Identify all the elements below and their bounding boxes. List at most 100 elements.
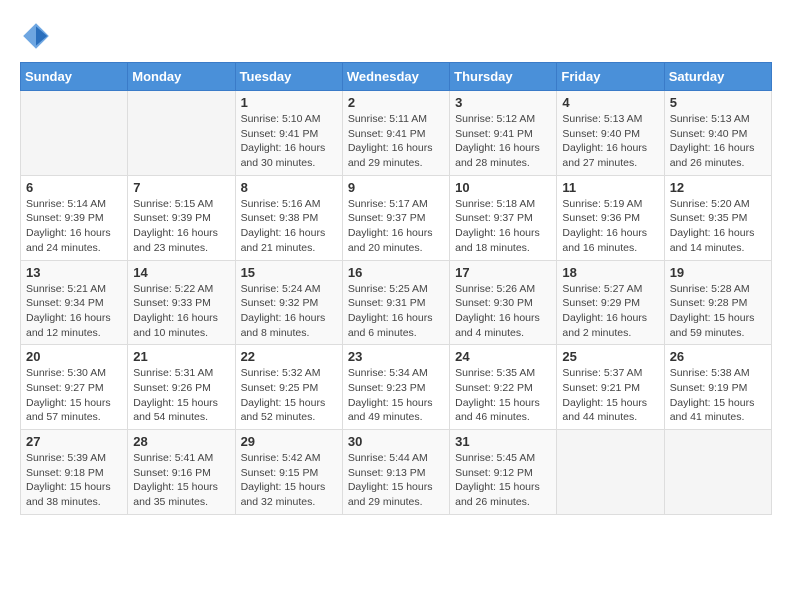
day-content: Sunrise: 5:41 AM Sunset: 9:16 PM Dayligh…	[133, 451, 229, 510]
day-number: 16	[348, 265, 444, 280]
calendar-cell: 31 Sunrise: 5:45 AM Sunset: 9:12 PM Dayli…	[450, 430, 557, 515]
weekday-header-monday: Monday	[128, 63, 235, 91]
calendar-week-1: 1 Sunrise: 5:10 AM Sunset: 9:41 PM Daylig…	[21, 91, 772, 176]
calendar-cell: 29 Sunrise: 5:42 AM Sunset: 9:15 PM Dayli…	[235, 430, 342, 515]
logo-icon	[20, 20, 52, 52]
day-number: 1	[241, 95, 337, 110]
day-number: 10	[455, 180, 551, 195]
day-content: Sunrise: 5:19 AM Sunset: 9:36 PM Dayligh…	[562, 197, 658, 256]
calendar-cell: 23 Sunrise: 5:34 AM Sunset: 9:23 PM Dayli…	[342, 345, 449, 430]
weekday-header-wednesday: Wednesday	[342, 63, 449, 91]
calendar-cell: 18 Sunrise: 5:27 AM Sunset: 9:29 PM Dayli…	[557, 260, 664, 345]
weekday-header-tuesday: Tuesday	[235, 63, 342, 91]
calendar-header: SundayMondayTuesdayWednesdayThursdayFrid…	[21, 63, 772, 91]
day-content: Sunrise: 5:37 AM Sunset: 9:21 PM Dayligh…	[562, 366, 658, 425]
day-number: 2	[348, 95, 444, 110]
calendar-cell: 6 Sunrise: 5:14 AM Sunset: 9:39 PM Daylig…	[21, 175, 128, 260]
day-content: Sunrise: 5:20 AM Sunset: 9:35 PM Dayligh…	[670, 197, 766, 256]
calendar-cell: 25 Sunrise: 5:37 AM Sunset: 9:21 PM Dayli…	[557, 345, 664, 430]
day-number: 11	[562, 180, 658, 195]
calendar-cell: 14 Sunrise: 5:22 AM Sunset: 9:33 PM Dayli…	[128, 260, 235, 345]
day-content: Sunrise: 5:38 AM Sunset: 9:19 PM Dayligh…	[670, 366, 766, 425]
weekday-header-friday: Friday	[557, 63, 664, 91]
day-content: Sunrise: 5:44 AM Sunset: 9:13 PM Dayligh…	[348, 451, 444, 510]
day-number: 23	[348, 349, 444, 364]
calendar-cell	[21, 91, 128, 176]
day-content: Sunrise: 5:28 AM Sunset: 9:28 PM Dayligh…	[670, 282, 766, 341]
calendar-cell: 11 Sunrise: 5:19 AM Sunset: 9:36 PM Dayli…	[557, 175, 664, 260]
calendar-cell: 13Sunrise: 5:21 AM Sunset: 9:34 PM Dayli…	[21, 260, 128, 345]
calendar-week-4: 20 Sunrise: 5:30 AM Sunset: 9:27 PM Dayli…	[21, 345, 772, 430]
weekday-header-saturday: Saturday	[664, 63, 771, 91]
calendar-cell: 22 Sunrise: 5:32 AM Sunset: 9:25 PM Dayli…	[235, 345, 342, 430]
day-number: 14	[133, 265, 229, 280]
day-content: Sunrise: 5:12 AM Sunset: 9:41 PM Dayligh…	[455, 112, 551, 171]
day-number: 12	[670, 180, 766, 195]
day-number: 21	[133, 349, 229, 364]
calendar-cell: 2 Sunrise: 5:11 AM Sunset: 9:41 PM Daylig…	[342, 91, 449, 176]
day-content: Sunrise: 5:14 AM Sunset: 9:39 PM Dayligh…	[26, 197, 122, 256]
day-content: Sunrise: 5:10 AM Sunset: 9:41 PM Dayligh…	[241, 112, 337, 171]
day-number: 25	[562, 349, 658, 364]
day-number: 8	[241, 180, 337, 195]
calendar-cell: 26 Sunrise: 5:38 AM Sunset: 9:19 PM Dayli…	[664, 345, 771, 430]
day-number: 6	[26, 180, 122, 195]
calendar-cell: 19Sunrise: 5:28 AM Sunset: 9:28 PM Dayli…	[664, 260, 771, 345]
day-number: 18	[562, 265, 658, 280]
weekday-header-thursday: Thursday	[450, 63, 557, 91]
day-number: 9	[348, 180, 444, 195]
calendar-cell: 15 Sunrise: 5:24 AM Sunset: 9:32 PM Dayli…	[235, 260, 342, 345]
calendar-cell: 27Sunrise: 5:39 AM Sunset: 9:18 PM Dayli…	[21, 430, 128, 515]
day-content: Sunrise: 5:24 AM Sunset: 9:32 PM Dayligh…	[241, 282, 337, 341]
day-number: 13	[26, 265, 122, 280]
page-header	[20, 20, 772, 52]
calendar-table: SundayMondayTuesdayWednesdayThursdayFrid…	[20, 62, 772, 515]
day-number: 27	[26, 434, 122, 449]
day-content: Sunrise: 5:18 AM Sunset: 9:37 PM Dayligh…	[455, 197, 551, 256]
day-content: Sunrise: 5:32 AM Sunset: 9:25 PM Dayligh…	[241, 366, 337, 425]
day-number: 26	[670, 349, 766, 364]
calendar-week-2: 6 Sunrise: 5:14 AM Sunset: 9:39 PM Daylig…	[21, 175, 772, 260]
day-content: Sunrise: 5:27 AM Sunset: 9:29 PM Dayligh…	[562, 282, 658, 341]
calendar-cell: 1 Sunrise: 5:10 AM Sunset: 9:41 PM Daylig…	[235, 91, 342, 176]
day-number: 5	[670, 95, 766, 110]
day-content: Sunrise: 5:25 AM Sunset: 9:31 PM Dayligh…	[348, 282, 444, 341]
day-content: Sunrise: 5:26 AM Sunset: 9:30 PM Dayligh…	[455, 282, 551, 341]
day-content: Sunrise: 5:16 AM Sunset: 9:38 PM Dayligh…	[241, 197, 337, 256]
calendar-cell: 16 Sunrise: 5:25 AM Sunset: 9:31 PM Dayli…	[342, 260, 449, 345]
day-number: 3	[455, 95, 551, 110]
calendar-week-5: 27Sunrise: 5:39 AM Sunset: 9:18 PM Dayli…	[21, 430, 772, 515]
day-number: 24	[455, 349, 551, 364]
day-content: Sunrise: 5:17 AM Sunset: 9:37 PM Dayligh…	[348, 197, 444, 256]
day-number: 20	[26, 349, 122, 364]
calendar-cell	[664, 430, 771, 515]
calendar-cell: 7 Sunrise: 5:15 AM Sunset: 9:39 PM Daylig…	[128, 175, 235, 260]
calendar-cell: 5 Sunrise: 5:13 AM Sunset: 9:40 PM Daylig…	[664, 91, 771, 176]
calendar-cell: 30Sunrise: 5:44 AM Sunset: 9:13 PM Dayli…	[342, 430, 449, 515]
day-number: 22	[241, 349, 337, 364]
calendar-cell: 28 Sunrise: 5:41 AM Sunset: 9:16 PM Dayli…	[128, 430, 235, 515]
day-content: Sunrise: 5:11 AM Sunset: 9:41 PM Dayligh…	[348, 112, 444, 171]
day-number: 7	[133, 180, 229, 195]
day-number: 31	[455, 434, 551, 449]
day-content: Sunrise: 5:45 AM Sunset: 9:12 PM Dayligh…	[455, 451, 551, 510]
calendar-body: 1 Sunrise: 5:10 AM Sunset: 9:41 PM Daylig…	[21, 91, 772, 515]
calendar-cell: 8 Sunrise: 5:16 AM Sunset: 9:38 PM Daylig…	[235, 175, 342, 260]
day-content: Sunrise: 5:30 AM Sunset: 9:27 PM Dayligh…	[26, 366, 122, 425]
day-content: Sunrise: 5:42 AM Sunset: 9:15 PM Dayligh…	[241, 451, 337, 510]
calendar-cell: 10 Sunrise: 5:18 AM Sunset: 9:37 PM Dayli…	[450, 175, 557, 260]
weekday-header-sunday: Sunday	[21, 63, 128, 91]
calendar-cell	[128, 91, 235, 176]
calendar-week-3: 13Sunrise: 5:21 AM Sunset: 9:34 PM Dayli…	[21, 260, 772, 345]
weekday-header-row: SundayMondayTuesdayWednesdayThursdayFrid…	[21, 63, 772, 91]
calendar-cell: 12 Sunrise: 5:20 AM Sunset: 9:35 PM Dayli…	[664, 175, 771, 260]
day-content: Sunrise: 5:35 AM Sunset: 9:22 PM Dayligh…	[455, 366, 551, 425]
day-content: Sunrise: 5:34 AM Sunset: 9:23 PM Dayligh…	[348, 366, 444, 425]
day-number: 15	[241, 265, 337, 280]
day-content: Sunrise: 5:15 AM Sunset: 9:39 PM Dayligh…	[133, 197, 229, 256]
day-content: Sunrise: 5:22 AM Sunset: 9:33 PM Dayligh…	[133, 282, 229, 341]
day-number: 28	[133, 434, 229, 449]
day-number: 29	[241, 434, 337, 449]
day-content: Sunrise: 5:13 AM Sunset: 9:40 PM Dayligh…	[670, 112, 766, 171]
calendar-cell	[557, 430, 664, 515]
